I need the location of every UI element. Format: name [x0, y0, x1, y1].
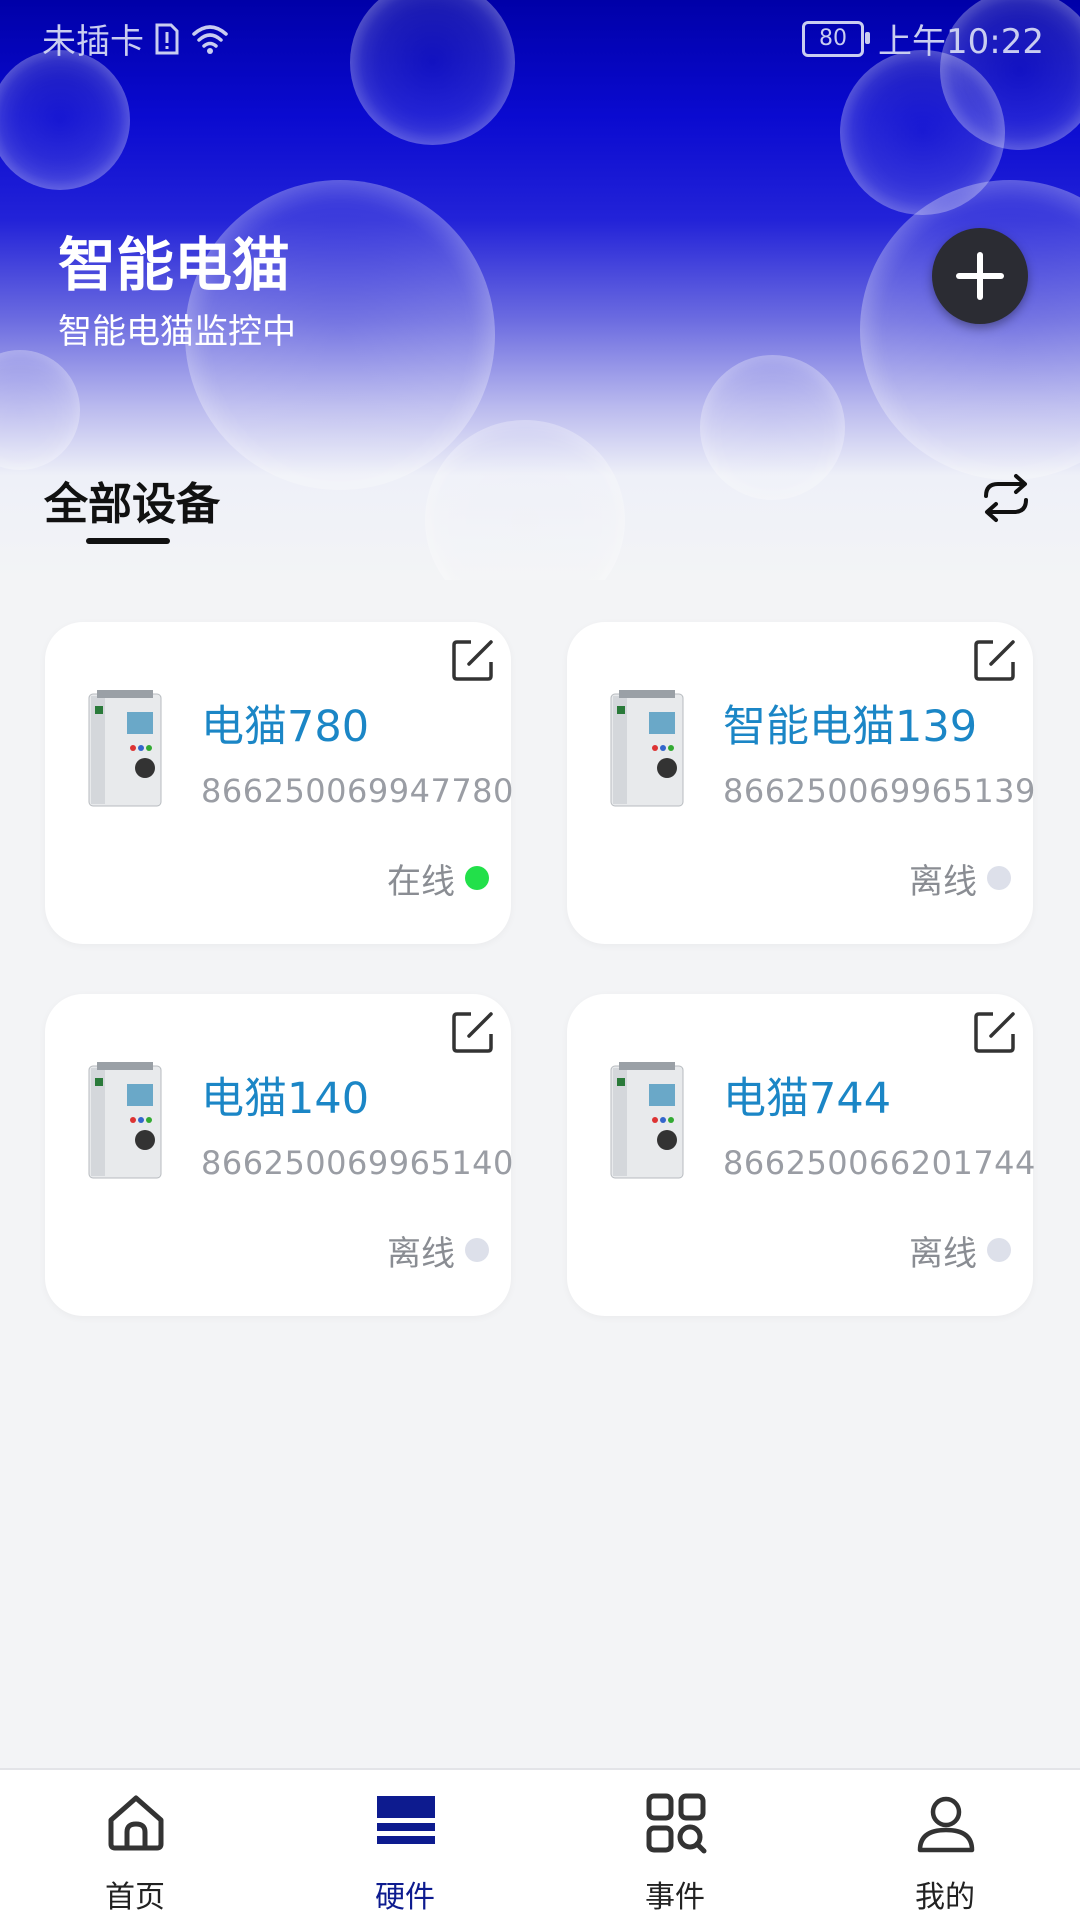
hardware-icon	[377, 1796, 435, 1844]
device-card[interactable]: 电猫744 866250066201744 离线	[567, 994, 1036, 1316]
device-card[interactable]: 电猫780 866250069947780 在线	[45, 622, 514, 944]
nav-profile[interactable]: 我的	[810, 1770, 1080, 1922]
device-image-icon	[610, 1062, 684, 1179]
wifi-icon	[192, 24, 228, 54]
nav-home[interactable]: 首页	[0, 1770, 270, 1922]
tab-all-devices[interactable]: 全部设备	[44, 468, 220, 532]
device-status: 在线	[387, 862, 455, 902]
nav-hardware-label: 硬件	[375, 1880, 435, 1915]
status-dot-offline	[465, 1238, 489, 1262]
sim-alert-icon	[155, 23, 179, 54]
nav-hardware[interactable]: 硬件	[270, 1770, 540, 1922]
page-subtitle: 智能电猫监控中	[58, 312, 296, 352]
device-image-icon	[88, 1062, 162, 1179]
edit-icon[interactable]	[971, 636, 1019, 684]
status-dot-online	[465, 866, 489, 890]
device-status: 离线	[909, 862, 977, 902]
edit-icon[interactable]	[449, 1008, 497, 1056]
device-image-icon	[88, 690, 162, 807]
device-status: 离线	[387, 1234, 455, 1274]
bubble-decoration	[425, 420, 625, 580]
edit-icon[interactable]	[971, 1008, 1019, 1056]
nav-profile-label: 我的	[915, 1880, 975, 1915]
status-dot-offline	[987, 1238, 1011, 1262]
nav-events[interactable]: 事件	[540, 1770, 810, 1922]
nav-home-label: 首页	[105, 1880, 165, 1915]
clock-text: 上午10:22	[878, 22, 1044, 62]
device-name: 电猫140	[201, 1074, 370, 1124]
status-bar: 未插卡 80 上午10:22	[0, 0, 1080, 76]
add-device-button[interactable]	[932, 228, 1028, 324]
bubble-decoration	[0, 350, 80, 470]
edit-icon[interactable]	[449, 636, 497, 684]
plus-icon	[956, 252, 1004, 300]
device-imei: 866250069947780	[201, 772, 514, 810]
device-name: 电猫744	[723, 1074, 892, 1124]
battery-level: 80	[819, 26, 848, 51]
carrier-text: 未插卡	[42, 22, 144, 62]
device-imei: 866250069965140	[201, 1144, 514, 1182]
nav-events-label: 事件	[645, 1880, 705, 1915]
page-title: 智能电猫	[58, 231, 291, 299]
device-card[interactable]: 智能电猫139 866250069965139 离线	[567, 622, 1036, 944]
bubble-decoration	[860, 180, 1080, 480]
switch-view-icon[interactable]	[978, 470, 1034, 526]
bottom-nav: 首页 硬件 事件 我的	[0, 1768, 1080, 1922]
device-card[interactable]: 电猫140 866250069965140 离线	[45, 994, 514, 1316]
bubble-decoration	[700, 355, 845, 500]
device-imei: 866250066201744	[723, 1144, 1036, 1182]
device-name: 智能电猫139	[723, 702, 978, 752]
tab-active-indicator	[86, 538, 170, 544]
device-name: 电猫780	[201, 702, 370, 752]
device-imei: 866250069965139	[723, 772, 1036, 810]
home-icon	[108, 1795, 164, 1851]
device-image-icon	[610, 690, 684, 807]
events-icon	[646, 1793, 707, 1854]
battery-icon: 80	[802, 20, 871, 57]
device-status: 离线	[909, 1234, 977, 1274]
profile-icon	[917, 1796, 975, 1853]
status-dot-offline	[987, 866, 1011, 890]
